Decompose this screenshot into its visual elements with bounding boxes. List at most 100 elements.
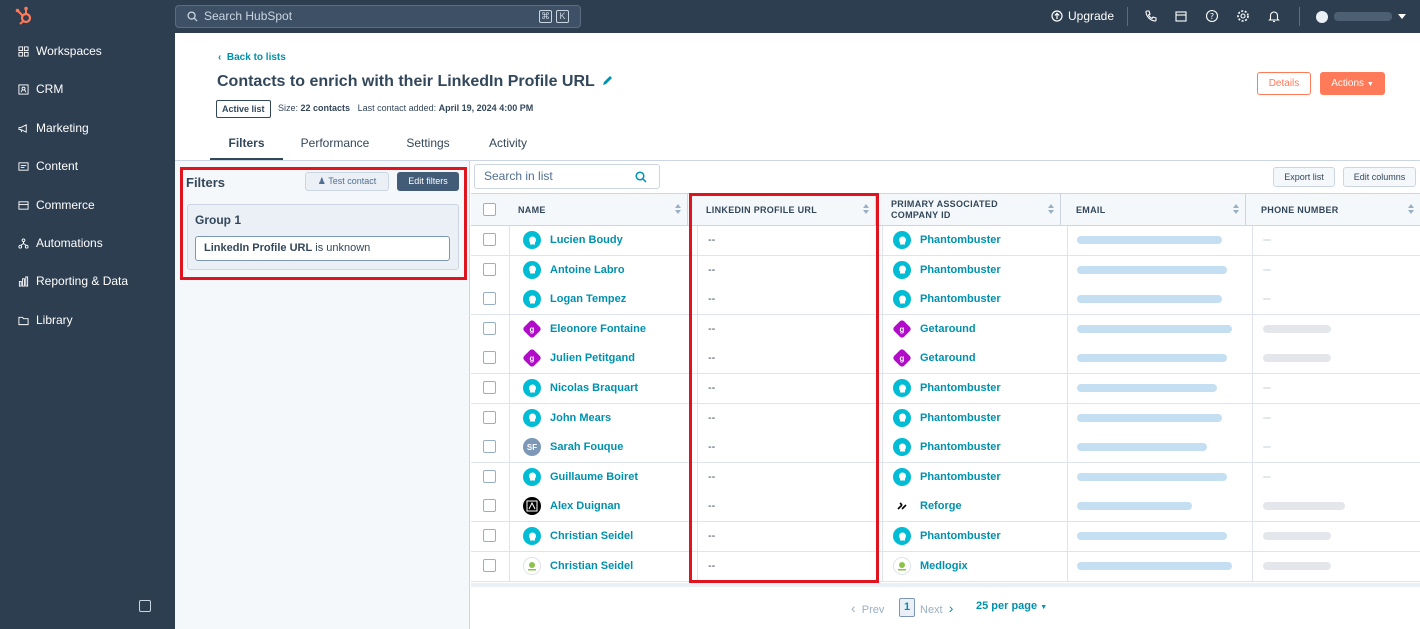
row-checkbox[interactable] xyxy=(483,321,496,335)
email-redacted[interactable] xyxy=(1077,413,1222,422)
row-checkbox[interactable] xyxy=(483,440,496,454)
row-checkbox[interactable] xyxy=(483,351,496,365)
contact-name-link[interactable]: Christian Seidel xyxy=(550,529,633,543)
current-page[interactable]: 1 xyxy=(899,598,915,617)
select-all-checkbox[interactable] xyxy=(483,203,496,216)
sort-icon xyxy=(675,204,681,214)
email-redacted[interactable] xyxy=(1077,265,1227,274)
company-link[interactable]: Medlogix xyxy=(920,559,968,573)
company-link[interactable]: Phantombuster xyxy=(920,263,1001,277)
hubspot-logo-icon[interactable] xyxy=(14,6,34,26)
tab-activity[interactable]: Activity xyxy=(480,133,536,161)
tab-filters[interactable]: Filters xyxy=(210,133,283,161)
contact-name-link[interactable]: Eleonore Fontaine xyxy=(550,322,646,336)
email-redacted[interactable] xyxy=(1077,443,1207,452)
contact-name-link[interactable]: Alex Duignan xyxy=(550,499,620,513)
account-name-redacted[interactable] xyxy=(1334,12,1392,21)
contact-name-link[interactable]: John Mears xyxy=(550,411,611,425)
pencil-icon[interactable] xyxy=(601,75,613,87)
company-link[interactable]: Phantombuster xyxy=(920,440,1001,454)
export-list-button[interactable]: Export list xyxy=(1273,167,1335,187)
company-link[interactable]: Phantombuster xyxy=(920,233,1001,247)
email-redacted[interactable] xyxy=(1077,561,1232,570)
tab-settings[interactable]: Settings xyxy=(400,133,456,161)
email-redacted[interactable] xyxy=(1077,324,1232,333)
email-redacted[interactable] xyxy=(1077,384,1217,392)
contact-name-link[interactable]: Antoine Labro xyxy=(550,263,625,277)
row-checkbox[interactable] xyxy=(483,469,496,483)
contact-avatar xyxy=(523,467,541,486)
sort-icon xyxy=(1048,204,1054,214)
help-icon[interactable]: ? xyxy=(1205,9,1219,23)
row-checkbox[interactable] xyxy=(483,529,496,542)
sidebar-item-commerce[interactable]: Commerce xyxy=(18,196,95,214)
company-link[interactable]: Reforge xyxy=(920,499,962,513)
per-page-select[interactable]: 25 per page ▼ xyxy=(976,600,1047,612)
details-button[interactable]: Details xyxy=(1257,72,1311,95)
horizontal-scrollbar[interactable] xyxy=(471,583,1420,587)
actions-button[interactable]: Actions ▼ xyxy=(1320,72,1385,95)
prev-page-button[interactable]: ‹ Prev xyxy=(851,600,884,616)
contact-name-link[interactable]: Christian Seidel xyxy=(550,559,633,573)
email-redacted[interactable] xyxy=(1077,502,1192,511)
row-checkbox[interactable] xyxy=(483,262,496,276)
contact-name-link[interactable]: Lucien Boudy xyxy=(550,233,623,247)
chevron-down-icon[interactable] xyxy=(1398,14,1406,19)
gear-icon[interactable] xyxy=(1236,9,1250,23)
contact-name-link[interactable]: Sarah Fouque xyxy=(550,440,623,454)
list-search-input[interactable]: Search in list xyxy=(474,164,660,189)
company-link[interactable]: Phantombuster xyxy=(920,381,1001,395)
email-redacted[interactable] xyxy=(1077,532,1227,540)
tab-performance[interactable]: Performance xyxy=(296,133,374,161)
email-redacted[interactable] xyxy=(1077,295,1222,304)
email-redacted[interactable] xyxy=(1077,354,1227,363)
row-checkbox[interactable] xyxy=(483,292,496,306)
column-header-email[interactable]: EMAIL xyxy=(1068,193,1246,226)
sidebar-item-reporting[interactable]: Reporting & Data xyxy=(18,272,128,290)
marketplace-icon[interactable] xyxy=(1174,9,1188,23)
sidebar-item-workspaces[interactable]: Workspaces xyxy=(18,42,102,60)
column-header-name[interactable]: NAME xyxy=(510,193,688,226)
phone-empty xyxy=(1263,239,1271,241)
phone-icon[interactable] xyxy=(1144,9,1158,23)
row-checkbox[interactable] xyxy=(483,410,496,424)
sidebar-item-label: Library xyxy=(36,313,73,327)
column-header-company[interactable]: PRIMARY ASSOCIATED COMPANY ID xyxy=(883,193,1061,226)
column-header-label: NAME xyxy=(518,204,546,215)
next-page-button[interactable]: Next › xyxy=(920,600,953,616)
sidebar-item-automations[interactable]: Automations xyxy=(18,234,103,252)
row-checkbox[interactable] xyxy=(483,499,496,513)
column-header-label: PRIMARY ASSOCIATED COMPANY ID xyxy=(891,198,998,220)
contact-name-link[interactable]: Nicolas Braquart xyxy=(550,381,638,395)
company-link[interactable]: Phantombuster xyxy=(920,470,1001,484)
contact-name-link[interactable]: Julien Petitgand xyxy=(550,351,635,365)
company-link[interactable]: Phantombuster xyxy=(920,411,1001,425)
upgrade-button[interactable]: Upgrade xyxy=(1051,9,1114,23)
status-badge: Active list xyxy=(216,100,271,118)
row-checkbox[interactable] xyxy=(483,381,496,394)
row-checkbox[interactable] xyxy=(483,558,496,572)
global-search-input[interactable]: Search HubSpot ⌘ K xyxy=(175,5,581,28)
bell-icon[interactable] xyxy=(1267,9,1281,23)
sidebar-item-marketing[interactable]: Marketing xyxy=(18,119,89,137)
account-avatar[interactable] xyxy=(1316,11,1328,23)
page-title: Contacts to enrich with their LinkedIn P… xyxy=(217,73,595,90)
company-link[interactable]: Getaround xyxy=(920,322,976,336)
sidebar-item-content[interactable]: Content xyxy=(18,157,78,175)
contact-name-link[interactable]: Logan Tempez xyxy=(550,292,626,306)
row-checkbox[interactable] xyxy=(483,233,496,246)
email-redacted[interactable] xyxy=(1077,472,1227,481)
company-link[interactable]: Getaround xyxy=(920,351,976,365)
sidebar-item-crm[interactable]: CRM xyxy=(18,80,63,98)
edit-columns-button[interactable]: Edit columns xyxy=(1343,167,1416,187)
email-redacted[interactable] xyxy=(1077,236,1222,244)
company-link[interactable]: Phantombuster xyxy=(920,292,1001,306)
collapse-sidebar-icon[interactable] xyxy=(139,600,151,612)
sidebar-item-label: Workspaces xyxy=(36,44,102,58)
sidebar-item-library[interactable]: Library xyxy=(18,311,73,329)
column-header-phone[interactable]: PHONE NUMBER xyxy=(1253,193,1420,226)
company-link[interactable]: Phantombuster xyxy=(920,529,1001,543)
back-to-lists-link[interactable]: ‹ Back to lists xyxy=(218,52,286,63)
contact-name-link[interactable]: Guillaume Boiret xyxy=(550,470,638,484)
sidebar-item-label: CRM xyxy=(36,82,64,96)
